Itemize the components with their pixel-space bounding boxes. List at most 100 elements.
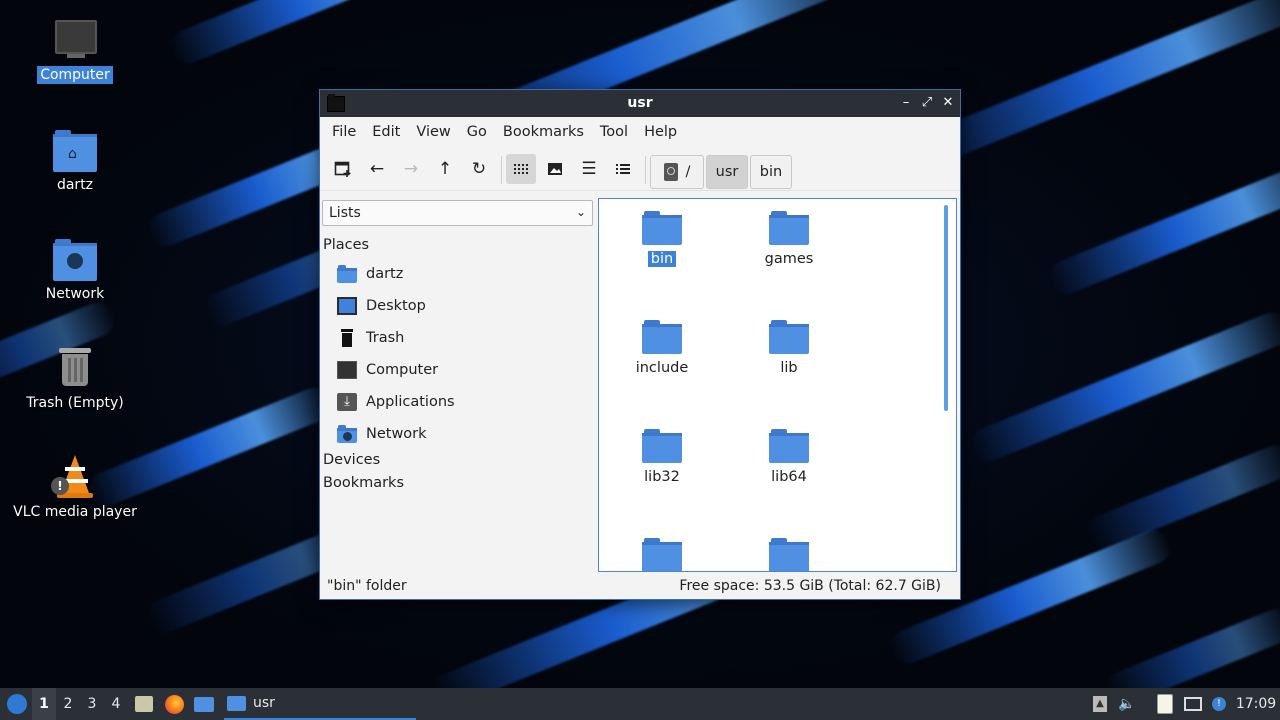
desktop-icon-trash[interactable]: Trash (Empty) xyxy=(10,346,140,412)
desktop-icon-label: dartz xyxy=(56,177,94,193)
folder-item-games[interactable]: games xyxy=(734,209,844,267)
menu-file[interactable]: File xyxy=(324,124,364,140)
firefox-launcher[interactable] xyxy=(162,688,186,720)
file-icon-view[interactable]: bin games include lib lib32 lib64 xyxy=(598,198,957,572)
close-button[interactable]: ✕ xyxy=(939,94,957,112)
folder-icon xyxy=(642,209,682,245)
window-titlebar[interactable]: usr – ⤢ ✕ xyxy=(320,90,960,117)
sidebar: Lists ⌄ Places dartz Desktop Trash Compu… xyxy=(320,198,596,570)
new-tab-button[interactable] xyxy=(328,154,358,184)
forward-button[interactable]: → xyxy=(396,154,426,184)
network-folder-icon xyxy=(337,425,357,443)
folder-item[interactable] xyxy=(607,536,717,571)
back-button[interactable]: ← xyxy=(362,154,392,184)
workspace-1[interactable]: 1 xyxy=(32,688,56,720)
folder-icon xyxy=(642,427,682,463)
folder-item[interactable] xyxy=(734,536,844,571)
download-icon: ⤓ xyxy=(337,393,357,411)
drive-icon xyxy=(663,163,678,181)
sidebar-item-applications[interactable]: ⤓ Applications xyxy=(337,389,455,415)
reload-button[interactable]: ↻ xyxy=(464,154,494,184)
status-free-space: Free space: 53.5 GiB (Total: 62.7 GiB) xyxy=(679,578,941,594)
volume-button[interactable]: 🔈 xyxy=(1116,688,1138,720)
sidebar-item-dartz[interactable]: dartz xyxy=(337,261,403,287)
menu-tool[interactable]: Tool xyxy=(592,124,636,140)
menu-view[interactable]: View xyxy=(408,124,458,140)
folder-icon xyxy=(194,696,214,712)
image-icon xyxy=(548,163,562,175)
path-segment-bin[interactable]: bin xyxy=(750,155,792,189)
path-segment-label: usr xyxy=(715,164,739,180)
sidebar-item-desktop[interactable]: Desktop xyxy=(337,293,426,319)
file-name: lib xyxy=(780,360,798,376)
workspace-3[interactable]: 3 xyxy=(80,688,104,720)
taskbar-task-usr[interactable]: usr xyxy=(224,688,416,720)
clock[interactable]: 17:09 xyxy=(1234,688,1278,720)
folder-icon xyxy=(642,536,682,571)
menu-edit[interactable]: Edit xyxy=(364,124,408,140)
desktop-icon-computer[interactable]: Computer xyxy=(10,18,140,84)
network-status-button[interactable] xyxy=(1181,688,1205,720)
file-name: games xyxy=(764,251,814,267)
show-desktop-button[interactable] xyxy=(132,688,156,720)
workspace-4[interactable]: 4 xyxy=(104,688,128,720)
network-folder-icon xyxy=(53,237,97,281)
reload-icon: ↻ xyxy=(471,159,487,179)
window-title: usr xyxy=(627,95,653,111)
detailed-list-view-button[interactable] xyxy=(608,154,638,184)
clipboard-button[interactable] xyxy=(1154,688,1176,720)
maximize-button[interactable]: ⤢ xyxy=(918,94,936,112)
desktop-icon-label: Computer xyxy=(37,66,113,84)
update-notifier-button[interactable]: ! xyxy=(1209,688,1229,720)
file-manager-launcher[interactable] xyxy=(192,688,216,720)
status-bar: "bin" folder Free space: 53.5 GiB (Total… xyxy=(320,574,960,598)
tray-expand-button[interactable]: ▲ xyxy=(1090,688,1110,720)
vertical-scrollbar[interactable] xyxy=(944,205,948,411)
home-folder-icon xyxy=(337,265,357,283)
folder-icon xyxy=(227,695,246,711)
menu-help[interactable]: Help xyxy=(636,124,685,140)
folder-item-bin[interactable]: bin xyxy=(607,209,717,267)
icon-view-button[interactable] xyxy=(506,154,536,184)
taskbar: 1 2 3 4 usr ▲ 🔈 ! 17:09 xyxy=(0,688,1280,720)
path-root-button[interactable]: / xyxy=(650,155,704,189)
thumbnail-view-button[interactable] xyxy=(540,154,570,184)
folder-item-lib64[interactable]: lib64 xyxy=(734,427,844,485)
menu-bar: File Edit View Go Bookmarks Tool Help xyxy=(320,117,960,146)
desktop-icon-dartz[interactable]: ⌂ dartz xyxy=(10,128,140,194)
sidebar-item-computer[interactable]: Computer xyxy=(337,357,438,383)
folder-item-include[interactable]: include xyxy=(607,318,717,376)
path-segment-usr[interactable]: usr xyxy=(706,155,748,189)
menu-go[interactable]: Go xyxy=(459,124,495,140)
sidebar-section-bookmarks[interactable]: Bookmarks xyxy=(323,475,404,491)
list-icon: ☰ xyxy=(581,159,597,179)
chevron-up-icon: ▲ xyxy=(1093,696,1107,712)
desktop-icon xyxy=(337,297,357,315)
folder-icon xyxy=(769,209,809,245)
workspace-2[interactable]: 2 xyxy=(56,688,80,720)
sidebar-item-trash[interactable]: Trash xyxy=(337,325,404,351)
desktop-icon-label: Network xyxy=(45,286,105,302)
sidebar-section-devices[interactable]: Devices xyxy=(323,452,380,468)
compact-view-button[interactable]: ☰ xyxy=(574,154,604,184)
firefox-icon xyxy=(164,694,184,714)
file-manager-window: usr – ⤢ ✕ File Edit View Go Bookmarks To… xyxy=(319,89,961,600)
desktop-icon-vlc[interactable]: ! VLC media player xyxy=(10,455,140,521)
trash-icon xyxy=(53,346,97,390)
sidebar-item-network[interactable]: Network xyxy=(337,421,427,447)
clipboard-icon xyxy=(1157,694,1173,714)
detailed-list-icon xyxy=(616,164,630,174)
sidebar-section-places[interactable]: Places xyxy=(323,237,369,253)
up-button[interactable]: ↑ xyxy=(430,154,460,184)
start-menu-button[interactable] xyxy=(4,688,30,720)
new-tab-icon xyxy=(334,161,351,177)
menu-bookmarks[interactable]: Bookmarks xyxy=(495,124,592,140)
sidebar-item-label: Trash xyxy=(366,330,405,346)
minimize-button[interactable]: – xyxy=(897,94,915,112)
folder-item-lib[interactable]: lib xyxy=(734,318,844,376)
sidebar-mode-select[interactable]: Lists ⌄ xyxy=(322,200,593,226)
vlc-cone-icon: ! xyxy=(51,455,97,499)
desktop-icon-network[interactable]: Network xyxy=(10,237,140,303)
folder-item-lib32[interactable]: lib32 xyxy=(607,427,717,485)
folder-icon xyxy=(769,318,809,354)
